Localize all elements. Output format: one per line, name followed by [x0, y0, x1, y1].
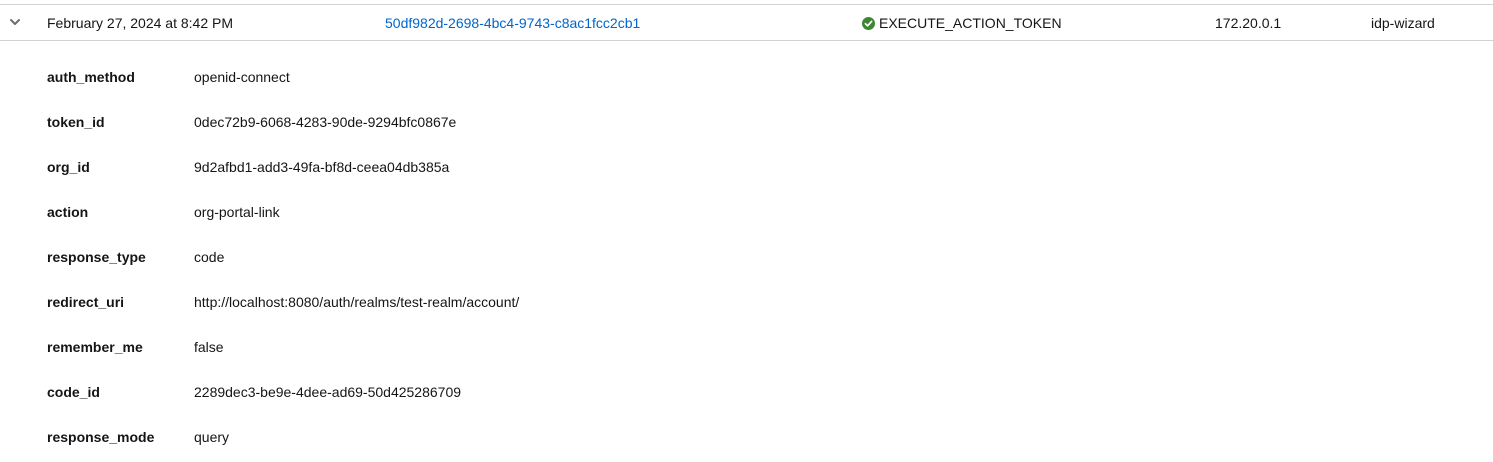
- detail-value: 9d2afbd1-add3-49fa-bf8d-ceea04db385a: [194, 159, 450, 175]
- detail-row: response_type code: [0, 235, 1493, 280]
- detail-key: redirect_uri: [47, 294, 125, 310]
- detail-row: code_id 2289dec3-be9e-4dee-ad69-50d42528…: [0, 370, 1493, 415]
- collapse-toggle-button[interactable]: [4, 11, 26, 33]
- detail-key: auth_method: [47, 69, 135, 85]
- event-row: February 27, 2024 at 8:42 PM 50df982d-26…: [0, 4, 1493, 41]
- detail-key: code_id: [47, 384, 100, 400]
- event-time: February 27, 2024 at 8:42 PM: [47, 15, 233, 31]
- detail-key: response_mode: [47, 429, 155, 445]
- detail-key: response_type: [47, 249, 146, 265]
- detail-row: response_mode query: [0, 415, 1493, 460]
- detail-row: redirect_uri http://localhost:8080/auth/…: [0, 280, 1493, 325]
- user-id-link[interactable]: 50df982d-2698-4bc4-9743-c8ac1fcc2cb1: [385, 5, 640, 41]
- detail-value: code: [194, 249, 225, 265]
- detail-value: query: [194, 429, 230, 445]
- detail-value: openid-connect: [194, 69, 290, 85]
- detail-row: auth_method openid-connect: [0, 55, 1493, 100]
- ip-address: 172.20.0.1: [1215, 15, 1282, 31]
- detail-value: 0dec72b9-6068-4283-90de-9294bfc0867e: [194, 114, 457, 130]
- detail-key: token_id: [47, 114, 105, 130]
- detail-value: http://localhost:8080/auth/realms/test-r…: [194, 294, 520, 310]
- detail-row: action org-portal-link: [0, 190, 1493, 235]
- detail-row: token_id 0dec72b9-6068-4283-90de-9294bfc…: [0, 100, 1493, 145]
- detail-key: remember_me: [47, 339, 143, 355]
- detail-value: 2289dec3-be9e-4dee-ad69-50d425286709: [194, 384, 462, 400]
- detail-value: org-portal-link: [194, 204, 280, 220]
- detail-row: remember_me false: [0, 325, 1493, 370]
- client-name: idp-wizard: [1371, 15, 1435, 31]
- detail-key: action: [47, 204, 89, 220]
- event-type: EXECUTE_ACTION_TOKEN: [862, 5, 1062, 41]
- chevron-down-icon: [10, 19, 20, 25]
- detail-row: org_id 9d2afbd1-add3-49fa-bf8d-ceea04db3…: [0, 145, 1493, 190]
- detail-key: org_id: [47, 159, 90, 175]
- event-type-label: EXECUTE_ACTION_TOKEN: [879, 15, 1062, 31]
- check-circle-icon: [862, 16, 875, 30]
- detail-value: false: [194, 339, 224, 355]
